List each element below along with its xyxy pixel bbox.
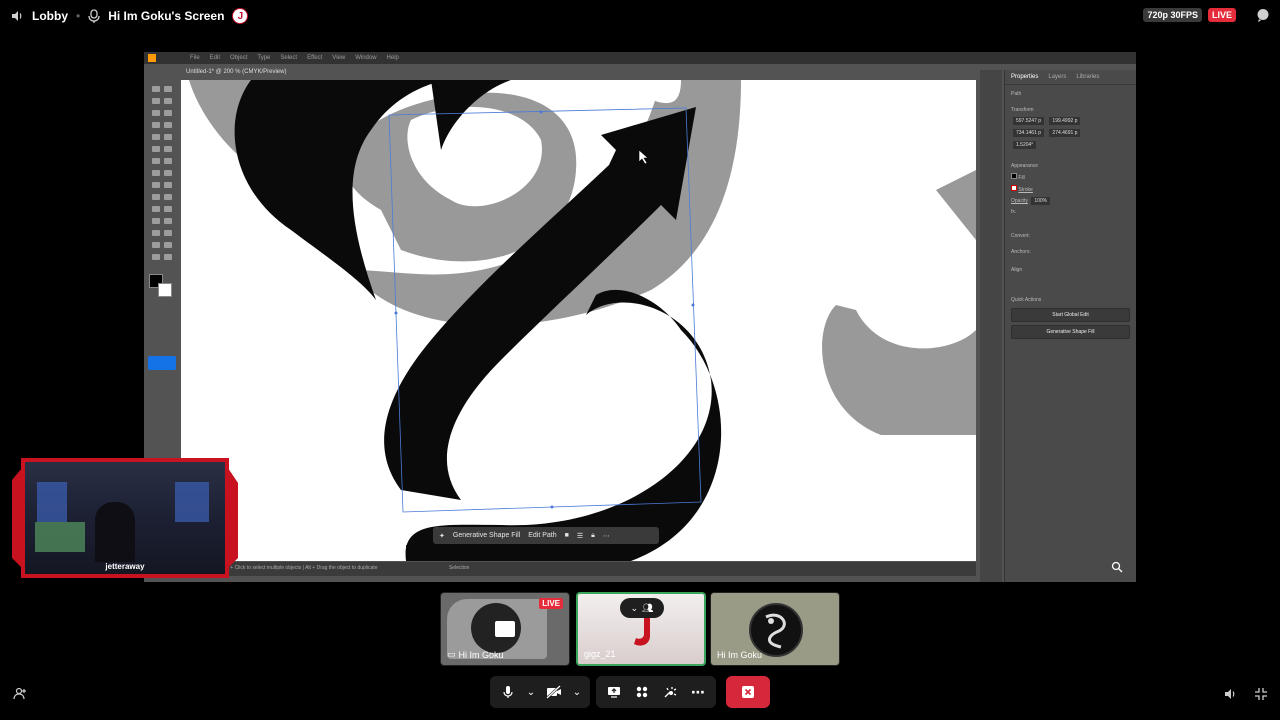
- fill-icon[interactable]: ■: [565, 532, 569, 539]
- chat-icon[interactable]: [1256, 8, 1270, 22]
- breadcrumb-separator: •: [76, 9, 81, 23]
- transform-xw: 597.5247 p 199.4992 p: [1005, 115, 1136, 127]
- webcam-overlay: jetteraway: [12, 458, 238, 578]
- opacity-row: Opacity 100%: [1005, 195, 1136, 207]
- fill-row: Fill: [1005, 171, 1136, 183]
- generative-shape-fill-panel-button[interactable]: Generative Shape Fill: [1011, 325, 1130, 339]
- tile-label: gigz_21: [584, 649, 616, 659]
- panel-dock-strip: [980, 70, 1002, 582]
- angle-field[interactable]: 1.5204°: [1013, 141, 1037, 149]
- menu-effect: Effect: [307, 55, 323, 61]
- convert-label: Convert:: [1011, 233, 1030, 239]
- camera-off-icon[interactable]: [540, 676, 568, 708]
- align-icon[interactable]: ☰: [577, 532, 583, 540]
- participant-tile-screen[interactable]: LIVE ▭ Hi Im Goku: [440, 592, 570, 666]
- screen-share-button-icon[interactable]: [600, 676, 628, 708]
- stream-icon: [88, 9, 100, 23]
- soundboard-icon[interactable]: [656, 676, 684, 708]
- start-global-edit-button[interactable]: Start Global Edit: [1011, 308, 1130, 322]
- live-badge: LIVE: [1207, 8, 1236, 22]
- volume-icon[interactable]: [1220, 684, 1240, 704]
- generative-tool-icon: [148, 356, 176, 370]
- contextual-task-bar[interactable]: ✦ Generative Shape Fill Edit Path ■ ☰ 🔒︎…: [433, 527, 659, 544]
- chevron-down-icon[interactable]: ⌄: [631, 603, 639, 614]
- menu-object: Object: [230, 55, 248, 61]
- tile-label: Hi Im Goku: [717, 650, 763, 660]
- fill-label: Fill: [1018, 175, 1025, 181]
- menu-type: Type: [257, 55, 271, 61]
- tile-label: Hi Im Goku: [458, 649, 504, 660]
- menu-file: File: [190, 55, 200, 61]
- screen-label-icon: ▭: [447, 649, 456, 659]
- stream-title: Hi Im Goku's Screen: [108, 9, 225, 23]
- webcam-video: jetteraway: [25, 462, 225, 574]
- menu-edit: Edit: [209, 55, 221, 61]
- status-tool: Selection: [448, 565, 470, 571]
- participant-tile-gigz[interactable]: ⌄ 👥︎ gigz_21: [576, 592, 706, 666]
- share-controls: ⋯: [596, 676, 716, 708]
- stroke-swatch: [158, 283, 172, 297]
- fx-label[interactable]: fx.: [1005, 207, 1136, 217]
- users-icon[interactable]: 👥︎: [642, 603, 653, 614]
- opacity-field[interactable]: 100%: [1031, 197, 1051, 205]
- transform-yh: 734.1461 p 274.4691 p: [1005, 127, 1136, 139]
- w-field[interactable]: 199.4992 p: [1049, 117, 1081, 125]
- tab-libraries[interactable]: Libraries: [1076, 74, 1099, 80]
- streamer-avatar[interactable]: J: [232, 8, 249, 24]
- menu-view: View: [332, 55, 346, 61]
- illustrator-logo: [148, 54, 156, 62]
- screen-share-icon: [495, 621, 515, 637]
- artboard-canvas[interactable]: ✦ Generative Shape Fill Edit Path ■ ☰ 🔒︎…: [181, 80, 976, 561]
- channel-name[interactable]: Lobby: [32, 9, 68, 23]
- leave-call-button[interactable]: [726, 676, 770, 708]
- tab-layers[interactable]: Layers: [1048, 74, 1066, 80]
- tab-properties[interactable]: Properties: [1011, 74, 1038, 80]
- menu-window: Window: [355, 55, 377, 61]
- stroke-row: Stroke: [1005, 183, 1136, 195]
- invite-icon[interactable]: [10, 684, 30, 704]
- webcam-name: jetteraway: [105, 562, 145, 571]
- sparkle-icon[interactable]: ✦: [439, 532, 445, 540]
- stream-quality-badge: 720p 30FPS: [1143, 8, 1202, 22]
- transform-angle: 1.5204°: [1005, 139, 1136, 151]
- align-label: Align: [1011, 267, 1023, 273]
- top-bar: Lobby • Hi Im Goku's Screen J 720p 30FPS…: [0, 0, 1280, 32]
- more-options-icon[interactable]: ⋯: [684, 676, 712, 708]
- appearance-label: Appearance: [1011, 163, 1038, 169]
- transform-label: Transform: [1011, 107, 1034, 113]
- zoom-icon[interactable]: [1108, 558, 1126, 576]
- tile-live-badge: LIVE: [539, 598, 563, 609]
- artwork: [189, 80, 976, 561]
- illustrator-menubar: File Edit Object Type Select Effect View…: [144, 52, 1136, 64]
- shared-screen[interactable]: File Edit Object Type Select Effect View…: [144, 52, 1136, 582]
- opacity-label[interactable]: Opacity: [1011, 198, 1028, 204]
- exit-fullscreen-icon[interactable]: [1251, 684, 1271, 704]
- properties-panel: Properties Layers Libraries Path Transfo…: [1004, 70, 1136, 582]
- call-controls: ⌄ ⌄ ⋯: [490, 676, 770, 708]
- x-field[interactable]: 597.5247 p: [1013, 117, 1045, 125]
- participant-avatar: [749, 603, 803, 657]
- status-bar: ject to select | Shift + Click to select…: [181, 562, 976, 576]
- y-field[interactable]: 734.1461 p: [1013, 129, 1045, 137]
- document-tab: Untitled-1* @ 200 % (CMYK/Preview): [180, 66, 293, 78]
- lock-icon[interactable]: 🔒︎: [591, 532, 595, 540]
- quick-actions-label: Quick Actions: [1011, 297, 1042, 303]
- anchors-label: Anchors:: [1011, 249, 1031, 255]
- h-field[interactable]: 274.4691 p: [1049, 129, 1081, 137]
- participant-options[interactable]: ⌄ 👥︎: [620, 598, 664, 618]
- participant-tile-goku[interactable]: Hi Im Goku: [710, 592, 840, 666]
- stroke-label[interactable]: Stroke: [1018, 187, 1032, 193]
- edit-path-button[interactable]: Edit Path: [528, 532, 556, 539]
- generative-shape-fill-button[interactable]: Generative Shape Fill: [453, 532, 520, 539]
- more-icon[interactable]: ⋯: [603, 532, 610, 540]
- camera-options-chevron-icon[interactable]: ⌄: [568, 676, 586, 708]
- activities-icon[interactable]: [628, 676, 656, 708]
- speaker-icon[interactable]: [10, 9, 24, 23]
- menu-select: Select: [280, 55, 298, 61]
- menu-help: Help: [386, 55, 399, 61]
- path-label: Path: [1011, 91, 1022, 97]
- mic-options-chevron-icon[interactable]: ⌄: [522, 676, 540, 708]
- microphone-icon[interactable]: [494, 676, 522, 708]
- media-controls: ⌄ ⌄: [490, 676, 590, 708]
